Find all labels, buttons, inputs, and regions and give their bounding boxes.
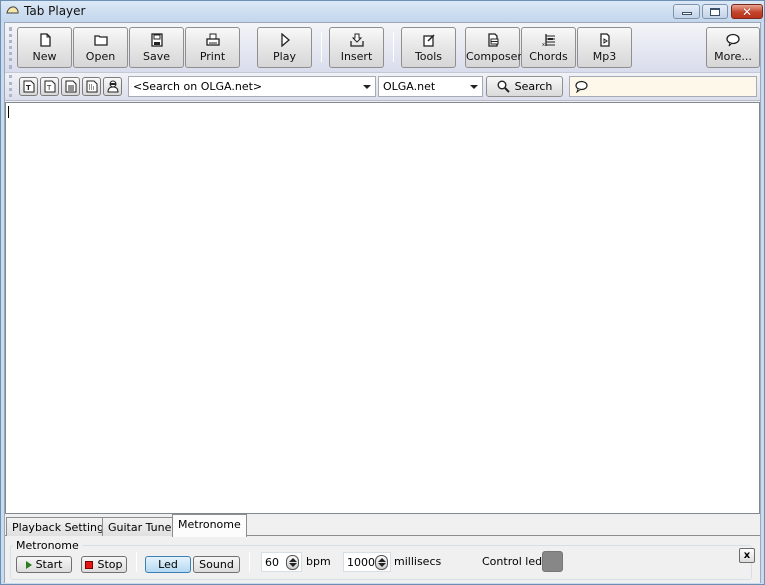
tab-metronome[interactable]: Metronome [172, 514, 247, 537]
save-button[interactable]: Save [129, 27, 184, 68]
printer-icon [205, 33, 220, 46]
close-icon: x [743, 550, 751, 561]
maximize-button[interactable] [702, 4, 728, 19]
document-icon [65, 80, 76, 93]
tab-file-button[interactable]: T [19, 77, 38, 96]
search-source-value: OLGA.net [383, 80, 436, 93]
svg-text:T: T [26, 84, 31, 92]
start-button[interactable]: Start [16, 556, 72, 573]
toolbar-grip[interactable] [9, 75, 12, 97]
insert-button[interactable]: Insert [329, 27, 384, 68]
stop-button[interactable]: Stop [81, 556, 127, 573]
speech-bubble-icon [726, 33, 740, 47]
play-icon [25, 560, 32, 569]
tab-editor[interactable] [5, 102, 760, 514]
app-window: Tab Player ✕ New Open Save Print Play In… [0, 0, 765, 585]
panel-separator [249, 552, 250, 572]
document-lines-icon [86, 80, 97, 93]
bpm-unit-label: bpm [306, 555, 331, 568]
search-query-combo[interactable]: <Search on OLGA.net> [128, 76, 376, 97]
composer-button[interactable]: Composer [465, 27, 522, 68]
search-button[interactable]: Search [486, 76, 563, 97]
document-lines-button[interactable] [82, 77, 101, 96]
maximize-icon [710, 7, 720, 16]
insert-icon [349, 33, 364, 47]
led-toggle[interactable]: Led [145, 556, 191, 573]
metronome-panel: Metronome Start Stop Led Sound 60 bpm 10… [5, 536, 760, 583]
chat-input[interactable] [569, 76, 757, 97]
client-area: New Open Save Print Play Insert Tools Co… [4, 22, 761, 583]
tools-icon [422, 34, 435, 47]
play-icon [280, 33, 290, 47]
sound-toggle[interactable]: Sound [193, 556, 240, 573]
close-icon: ✕ [741, 4, 753, 19]
tab-playback-settings[interactable]: Playback Settings [6, 517, 116, 536]
search-source-select[interactable]: OLGA.net [378, 76, 483, 97]
svg-text:T: T [46, 84, 52, 92]
search-button-label: Search [514, 80, 553, 93]
main-toolbar: New Open Save Print Play Insert Tools Co… [5, 23, 760, 73]
new-file-icon [39, 33, 51, 47]
document-button[interactable] [61, 77, 80, 96]
speech-bubble-icon [575, 80, 588, 93]
open-button[interactable]: Open [73, 27, 128, 68]
toolbar-separator [393, 32, 394, 62]
play-button[interactable]: Play [257, 27, 312, 68]
tab-file-alt-icon: T [44, 80, 55, 93]
close-panel-button[interactable]: x [739, 548, 755, 563]
person-button[interactable] [103, 77, 122, 96]
search-icon [497, 80, 510, 93]
spin-updown-icon[interactable] [286, 555, 299, 570]
stop-icon [85, 560, 94, 569]
more-button[interactable]: More... [706, 27, 760, 68]
minimize-button[interactable] [673, 4, 700, 19]
title-bar[interactable]: Tab Player ✕ [1, 1, 764, 22]
person-icon [106, 80, 119, 93]
folder-icon [93, 35, 108, 46]
window-title: Tab Player [24, 4, 86, 18]
toolbar-grip[interactable] [9, 27, 12, 69]
toolbar-separator [321, 32, 322, 62]
chords-button[interactable]: x Chords [521, 27, 576, 68]
bottom-tab-strip: Playback Settings Guitar Tuner Metronome [5, 514, 760, 537]
chevron-down-icon[interactable] [470, 85, 478, 89]
chevron-down-icon[interactable] [363, 85, 371, 89]
new-button[interactable]: New [17, 27, 72, 68]
control-led-label: Control led [482, 555, 543, 568]
mp3-button[interactable]: Mp3 [577, 27, 632, 68]
text-caret [8, 106, 9, 118]
search-query-value: <Search on OLGA.net> [133, 80, 263, 93]
millisecs-spinbox[interactable]: 1000 [343, 552, 391, 572]
mp3-icon [599, 33, 610, 47]
svg-text:x: x [542, 42, 545, 47]
tab-file-alt-button[interactable]: T [40, 77, 59, 96]
millisecs-unit-label: millisecs [394, 555, 442, 568]
control-led-indicator [542, 551, 563, 572]
close-button[interactable]: ✕ [731, 4, 763, 19]
spin-updown-icon[interactable] [375, 555, 388, 570]
composer-icon [487, 33, 498, 47]
search-toolbar: T T <Search on OLGA.net> OLGA.net Search [5, 73, 760, 101]
metronome-group-title: Metronome [13, 539, 82, 552]
tab-file-icon: T [23, 80, 34, 93]
minimize-icon [681, 12, 692, 15]
floppy-disk-icon [150, 33, 163, 47]
panel-separator [136, 552, 137, 572]
tab-guitar-tuner[interactable]: Guitar Tuner [102, 517, 182, 536]
app-icon [6, 6, 19, 14]
print-button[interactable]: Print [185, 27, 240, 68]
chords-icon: x [542, 34, 555, 47]
tools-button[interactable]: Tools [401, 27, 456, 68]
bpm-spinbox[interactable]: 60 [261, 552, 302, 572]
